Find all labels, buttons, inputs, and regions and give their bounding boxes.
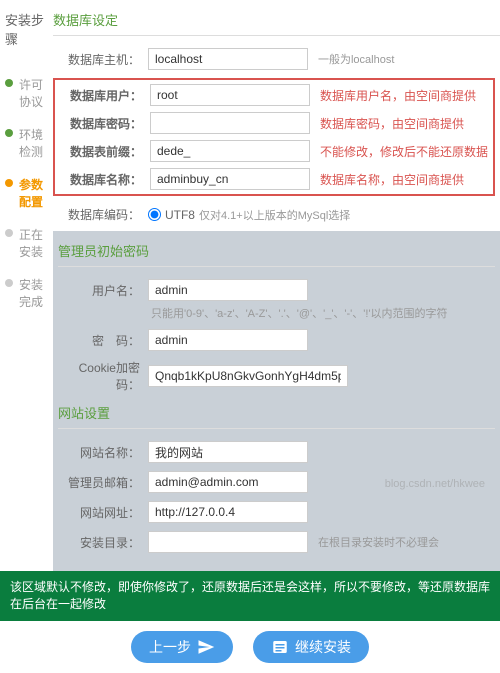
site-email-input[interactable]: [148, 471, 308, 493]
admin-user-input[interactable]: [148, 279, 308, 301]
prev-button[interactable]: 上一步: [131, 631, 233, 663]
db-host-input[interactable]: [148, 48, 308, 70]
db-prefix-row: 数据表前缀： 不能修改，修改后不能还原数据: [55, 140, 493, 162]
admin-pass-row: 密 码：: [53, 329, 500, 351]
db-encoding-radio[interactable]: UTF8 仅对4.1+以上版本的MySql选择: [148, 207, 350, 223]
db-user-note: 数据库用户名，由空间商提供: [320, 87, 488, 104]
db-encoding-utf8[interactable]: [148, 208, 161, 221]
db-section-title: 数据库设定: [53, 10, 500, 36]
sidebar-item-installing: 正在安装: [5, 218, 48, 268]
admin-user-label: 用户名：: [58, 282, 148, 299]
admin-pass-label: 密 码：: [58, 332, 148, 349]
sidebar-item-envcheck[interactable]: 环境检测: [5, 118, 48, 168]
db-name-label: 数据库名称：: [60, 171, 150, 188]
db-encoding-label: 数据库编码：: [58, 206, 148, 223]
db-host-label: 数据库主机：: [58, 51, 148, 68]
site-url-row: 网站网址：: [53, 501, 500, 523]
site-dir-note: 在根目录安装时不必理会: [318, 534, 495, 550]
db-encoding-row: 数据库编码： UTF8 仅对4.1+以上版本的MySql选择: [53, 206, 500, 223]
site-name-label: 网站名称：: [58, 444, 148, 461]
button-row: 上一步 继续安装: [0, 621, 500, 673]
db-prefix-label: 数据表前缀：: [60, 143, 150, 160]
site-email-label: 管理员邮箱：: [58, 474, 148, 491]
db-name-note: 数据库名称，由空间商提供: [320, 171, 488, 188]
site-name-input[interactable]: [148, 441, 308, 463]
sidebar-item-complete: 安装完成: [5, 268, 48, 318]
db-name-input[interactable]: [150, 168, 310, 190]
db-pass-input[interactable]: [150, 112, 310, 134]
site-dir-input[interactable]: [148, 531, 308, 553]
db-user-label: 数据库用户：: [60, 87, 150, 104]
db-highlight-box: 数据库用户： 数据库用户名，由空间商提供 数据库密码： 数据库密码，由空间商提供…: [53, 78, 495, 196]
site-name-row: 网站名称：: [53, 441, 500, 463]
site-dir-row: 安装目录： 在根目录安装时不必理会: [53, 531, 500, 553]
db-user-row: 数据库用户： 数据库用户名，由空间商提供: [55, 84, 493, 106]
admin-user-hint: 只能用'0-9'、'a-z'、'A-Z'、'.'、'@'、'_'、'-'、'!'…: [151, 305, 500, 321]
admin-cookie-label: Cookie加密码：: [58, 359, 148, 393]
db-encoding-note: 仅对4.1+以上版本的MySql选择: [199, 207, 350, 223]
db-host-row: 数据库主机： 一般为localhost: [53, 48, 500, 70]
site-url-input[interactable]: [148, 501, 308, 523]
db-pass-label: 数据库密码：: [60, 115, 150, 132]
shaded-area: 管理员初始密码 用户名： 只能用'0-9'、'a-z'、'A-Z'、'.'、'@…: [53, 231, 500, 571]
db-pass-row: 数据库密码： 数据库密码，由空间商提供: [55, 112, 493, 134]
watermark: blog.csdn.net/hkwee: [385, 478, 485, 490]
site-section-title: 网站设置: [58, 403, 495, 429]
next-button[interactable]: 继续安装: [253, 631, 369, 663]
admin-section-title: 管理员初始密码: [58, 241, 495, 267]
admin-cookie-row: Cookie加密码：: [53, 359, 500, 393]
sidebar-item-license[interactable]: 许可协议: [5, 68, 48, 118]
sidebar: 安装步骤 许可协议 环境检测 参数配置 正在安装 安装完成: [0, 0, 53, 571]
db-name-row: 数据库名称： 数据库名称，由空间商提供: [55, 168, 493, 190]
warning-bar: 该区域默认不修改，即使你修改了，还原数据后还是会这样，所以不要修改，等还原数据库…: [0, 571, 500, 621]
db-host-note: 一般为localhost: [318, 51, 495, 67]
sidebar-title: 安装步骤: [5, 10, 48, 48]
db-user-input[interactable]: [150, 84, 310, 106]
admin-pass-input[interactable]: [148, 329, 308, 351]
db-prefix-note: 不能修改，修改后不能还原数据: [320, 143, 488, 160]
admin-user-row: 用户名：: [53, 279, 500, 301]
site-url-label: 网站网址：: [58, 504, 148, 521]
list-icon: [271, 638, 289, 656]
sidebar-item-config[interactable]: 参数配置: [5, 168, 48, 218]
paper-plane-icon: [197, 638, 215, 656]
db-prefix-input[interactable]: [150, 140, 310, 162]
db-pass-note: 数据库密码，由空间商提供: [320, 115, 488, 132]
site-dir-label: 安装目录：: [58, 534, 148, 551]
admin-cookie-input[interactable]: [148, 365, 348, 387]
